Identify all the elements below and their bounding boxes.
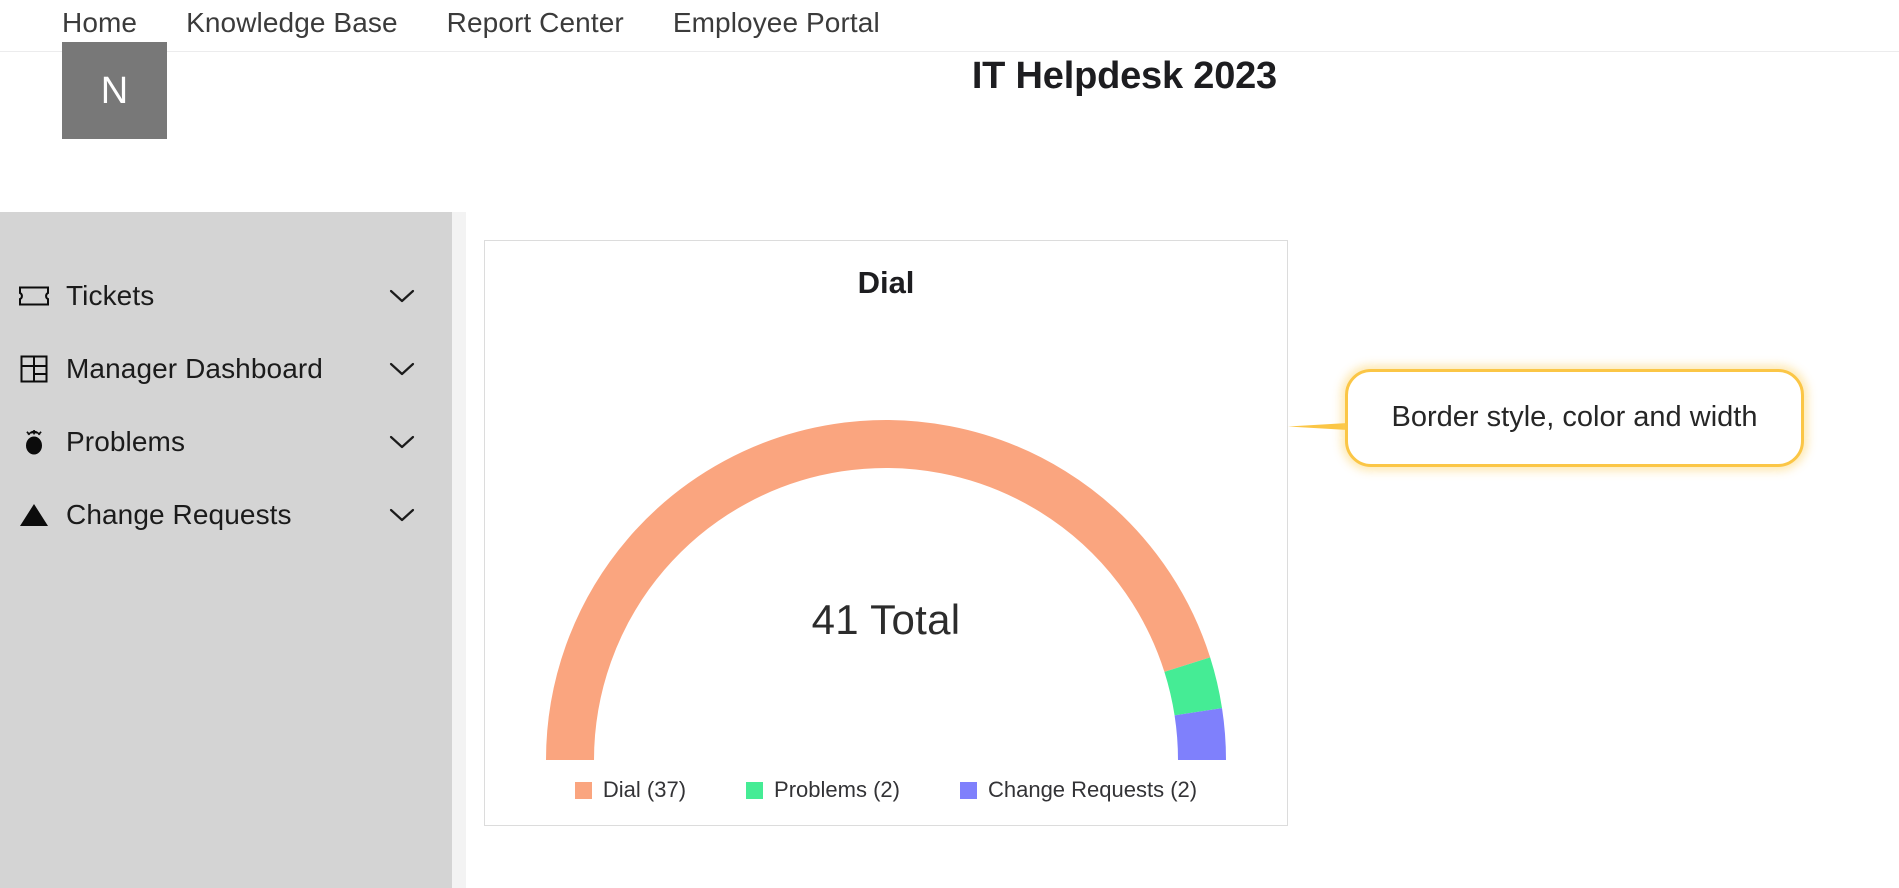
sidebar-item-tickets[interactable]: Tickets [0, 264, 452, 328]
chevron-down-icon[interactable] [385, 352, 419, 386]
sidebar-item-change-requests[interactable]: Change Requests [0, 483, 452, 547]
sidebar-item-label: Change Requests [66, 499, 292, 530]
legend-label: Dial (37) [602, 777, 687, 802]
legend-swatch [959, 781, 977, 799]
legend-label: Change Requests (2) [987, 777, 1198, 802]
chevron-down-icon[interactable] [385, 498, 419, 532]
chart-card: Dial 41 Total Dial (37) Problems (2) Cha… [484, 240, 1288, 826]
chart-legend: Dial (37) Problems (2) Change Requests (… [485, 777, 1287, 803]
dashboard-grid-icon [14, 349, 54, 389]
gauge-svg [546, 420, 1226, 761]
sidebar-item-problems[interactable]: Problems [0, 410, 452, 474]
callout-leader-line [1288, 423, 1348, 430]
sidebar-edge-strip [452, 212, 466, 888]
avatar-initial: N [100, 69, 129, 112]
top-navigation-bar: Home Knowledge Base Report Center Employ… [0, 0, 1899, 52]
sidebar-item-label: Tickets [66, 280, 155, 311]
chevron-down-icon[interactable] [385, 425, 419, 459]
avatar[interactable]: N [62, 42, 167, 139]
ticket-icon [14, 276, 54, 316]
sidebar-item-manager-dashboard[interactable]: Manager Dashboard [0, 337, 452, 401]
legend-item-dial[interactable]: Dial (37) [574, 777, 687, 803]
sidebar-item-label: Problems [66, 426, 186, 457]
legend-swatch [746, 781, 764, 799]
gauge-center-label: 41 Total [811, 596, 961, 643]
gauge-segment[interactable] [1164, 657, 1223, 716]
legend-item-change-requests[interactable]: Change Requests (2) [959, 777, 1198, 803]
page-title: IT Helpdesk 2023 [971, 55, 1277, 97]
sidebar: Tickets Manager Dashboard Problems Chang… [0, 212, 452, 888]
nav-item-report-center[interactable]: Report Center [447, 3, 624, 43]
gauge-segment[interactable] [1174, 708, 1226, 761]
legend-item-problems[interactable]: Problems (2) [746, 777, 900, 803]
callout-bubble: Border style, color and width [1345, 369, 1804, 467]
top-nav-list: Home Knowledge Base Report Center Employ… [62, 3, 880, 43]
legend-label: Problems (2) [774, 777, 900, 802]
bug-icon [14, 422, 54, 462]
gauge-chart [485, 241, 1287, 781]
sidebar-item-label: Manager Dashboard [66, 353, 323, 384]
nav-item-home[interactable]: Home [62, 3, 137, 43]
nav-item-knowledge-base[interactable]: Knowledge Base [186, 3, 398, 43]
chevron-down-icon[interactable] [385, 279, 419, 313]
legend-swatch [574, 781, 592, 799]
nav-item-employee-portal[interactable]: Employee Portal [673, 3, 880, 43]
callout-text: Border style, color and width [1391, 401, 1758, 434]
triangle-icon [14, 495, 54, 535]
